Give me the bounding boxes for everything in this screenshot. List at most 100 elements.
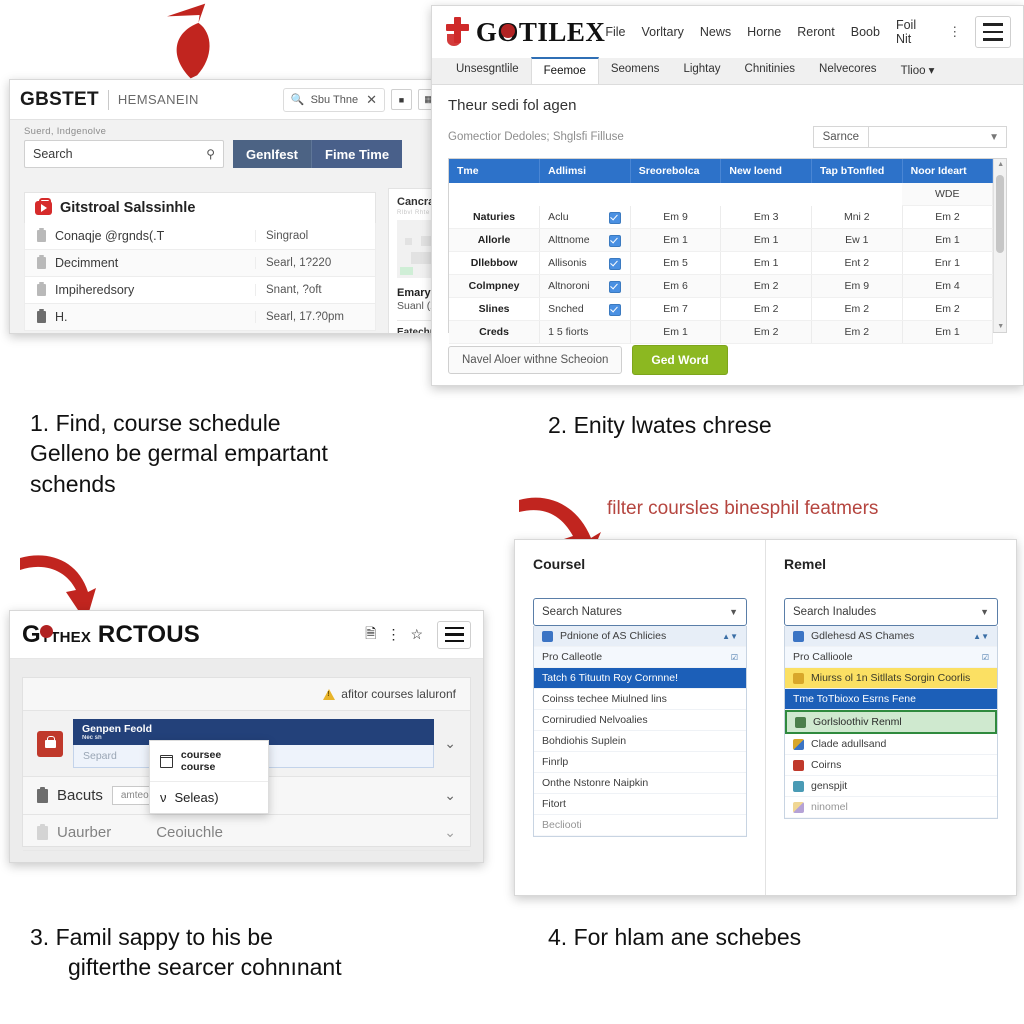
nav-item-horne[interactable]: Horne xyxy=(747,25,781,39)
list-item[interactable]: Fitort xyxy=(534,794,746,815)
table-row[interactable]: Dllebbow Allisonis Em 5 Em 1 Ent 2 Enr 1 xyxy=(449,251,994,275)
col-adlimsi[interactable]: Adlimsi xyxy=(539,159,631,183)
cell: Em 3 xyxy=(720,205,812,229)
list-item[interactable]: Finrlp xyxy=(534,752,746,773)
nav-item-vorltary[interactable]: Vorltary xyxy=(642,25,684,39)
overflow-menu-icon[interactable]: ⋮ xyxy=(948,24,961,40)
grid-icon-button[interactable]: ■ xyxy=(391,89,412,110)
list-item[interactable]: Tme ToTbioxo Esrns Fene xyxy=(785,689,997,710)
checkbox-icon[interactable]: ☑ xyxy=(982,653,989,662)
form-row[interactable]: Uaurber Ceoiuchle ⌄ xyxy=(23,815,470,851)
list-item[interactable]: Bohdiohis Suplein xyxy=(534,731,746,752)
tab-genlfest[interactable]: Genlfest xyxy=(233,140,313,168)
table-row[interactable]: Colmpney Altnoroni Em 6 Em 2 Em 9 Em 4 xyxy=(449,274,994,298)
checkbox[interactable] xyxy=(608,304,621,316)
list-item[interactable]: genspjit xyxy=(785,776,997,797)
checkbox[interactable] xyxy=(608,281,621,293)
spinner-icon[interactable]: ▲▼ xyxy=(722,632,738,641)
tab-fime-time[interactable]: Fime Time xyxy=(312,140,403,168)
panel-step4-window: Coursel Search Natures ▼ Pdnione of AS C… xyxy=(514,539,1017,896)
list-item-meta: Searl, 17.?0pm xyxy=(255,311,375,323)
list-item[interactable]: Miurss ol 1n Sitllats Sorgin Coorlis xyxy=(785,668,997,689)
table-row[interactable]: Allorle Alttnome Em 1 Em 1 Ew 1 Em 1 xyxy=(449,228,994,252)
nav-item-reront[interactable]: Reront xyxy=(797,25,835,39)
checkbox[interactable] xyxy=(608,211,621,224)
primary-button[interactable]: Ged Word xyxy=(632,345,728,375)
col-sreorebolca[interactable]: Sreorebolca xyxy=(630,159,722,183)
tab-lightay[interactable]: Lightay xyxy=(671,57,732,84)
checkbox-icon[interactable]: ☑ xyxy=(731,653,738,662)
table-scrollbar[interactable]: ▲ ▼ xyxy=(993,159,1006,332)
tab-seomens[interactable]: Seomens xyxy=(599,57,672,84)
chevron-down-icon[interactable]: ⌄ xyxy=(444,787,456,804)
menu-icon-button[interactable] xyxy=(975,16,1011,48)
spinner-icon[interactable]: ▲▼ xyxy=(973,632,989,641)
tab-feemoe[interactable]: Feemoe xyxy=(530,57,599,84)
list-item[interactable]: Coirns xyxy=(785,755,997,776)
list-item[interactable]: Onthe Nstonre Naipkin xyxy=(534,773,746,794)
document-icon xyxy=(37,228,46,242)
list-item[interactable]: Gorlsloothiv Renml xyxy=(785,710,997,734)
nav-item-boob[interactable]: Boob xyxy=(851,25,880,39)
list-item[interactable]: ninomel xyxy=(785,797,997,818)
more-vertical-icon[interactable]: ⋮ xyxy=(386,626,400,643)
scroll-down-icon[interactable]: ▼ xyxy=(997,323,1004,330)
column-title: Remel xyxy=(784,556,827,572)
cell: Creds xyxy=(449,320,541,344)
checkbox[interactable] xyxy=(608,258,621,270)
select-prefix-button[interactable]: Sarnce xyxy=(812,126,868,148)
chevron-down-icon[interactable]: ⌄ xyxy=(444,824,456,841)
close-icon[interactable]: ✕ xyxy=(366,92,377,108)
nav-item-foil-nit[interactable]: Foil Nit xyxy=(896,18,932,46)
list-item[interactable]: Clade adullsand xyxy=(785,734,997,755)
list-item[interactable]: Tatch 6 Tituutn Roy Cornnne! xyxy=(534,668,746,689)
tab-tlioo[interactable]: Tlioo ▾ xyxy=(889,57,947,84)
list-item[interactable]: Impiheredsory Snant, ?oft xyxy=(24,277,376,304)
search-input[interactable]: Search ⚲ xyxy=(24,140,224,168)
list-item[interactable]: Pdnione of AS Chlicies ▲▼ xyxy=(534,626,746,647)
checkbox[interactable] xyxy=(608,235,621,247)
menu-item-seleas[interactable]: ν Seleas) xyxy=(150,781,268,813)
blue-square-icon xyxy=(542,630,553,642)
search-chip[interactable]: 🔍 Sbu Thne ✕ xyxy=(282,87,385,112)
search-select[interactable]: Search Inaludes ▼ xyxy=(784,598,998,626)
menu-item-coursee-course[interactable]: coursee course xyxy=(150,741,268,781)
list-item[interactable]: Conaqje @rgnds(.T Singraol xyxy=(24,223,376,250)
table-row[interactable]: Creds 1 5 fiorts Em 1 Em 2 Em 2 Em 1 xyxy=(449,320,994,344)
col-noor-ideart[interactable]: Noor Ideart xyxy=(902,159,994,183)
cell: Ent 2 xyxy=(811,251,903,275)
tab-nelvecores[interactable]: Nelvecores xyxy=(807,57,889,84)
brand-rest: RCTOUS xyxy=(97,620,201,648)
col-tap-btonfled[interactable]: Tap bTonfled xyxy=(811,159,903,183)
table-subheader-row: WDE xyxy=(449,183,994,206)
filter-select[interactable]: ▼ xyxy=(868,126,1007,148)
list-item[interactable]: Pro Callioole ☑ xyxy=(785,647,997,668)
star-icon[interactable]: ☆ xyxy=(410,626,423,643)
search-select[interactable]: Search Natures ▼ xyxy=(533,598,747,626)
nav-item-file[interactable]: File xyxy=(605,25,625,39)
list-item[interactable]: Decimment Searl, 1?220 xyxy=(24,250,376,277)
caption-number: 4. xyxy=(548,924,568,950)
reader-view-icon[interactable]: 🗎 xyxy=(365,623,376,647)
list-item[interactable]: Coinss techee Miulned lins xyxy=(534,689,746,710)
col-tme[interactable]: Tme xyxy=(449,159,541,183)
list-item[interactable]: H. Searl, 17.?0pm xyxy=(24,304,376,331)
tab-chnitinies[interactable]: Chnitinies xyxy=(733,57,808,84)
panel3-brand: GTTHEX RCTOUS xyxy=(22,621,200,649)
list-item[interactable]: Gdlehesd AS Chames ▲▼ xyxy=(785,626,997,647)
table-row[interactable]: Naturies Aclu Em 9 Em 3 Mni 2 Em 2 xyxy=(449,205,994,229)
tab-unsesgntlile[interactable]: Unsesgntlile xyxy=(444,57,531,84)
secondary-button[interactable]: Navel Aloer withne Scheoion xyxy=(448,346,623,374)
table-row[interactable]: Slines Snched Em 7 Em 2 Em 2 Em 2 xyxy=(449,297,994,321)
list-item[interactable]: Cornirudied Nelvoalies xyxy=(534,710,746,731)
cell: Allisonis xyxy=(539,251,631,275)
nav-item-news[interactable]: News xyxy=(700,25,731,39)
col-new-loend[interactable]: New loend xyxy=(720,159,812,183)
scrollbar-thumb[interactable] xyxy=(996,175,1005,253)
chevron-down-icon[interactable]: ⌄ xyxy=(444,735,456,752)
cell: Em 1 xyxy=(720,251,812,275)
scroll-up-icon[interactable]: ▲ xyxy=(997,161,1004,168)
list-item[interactable]: Pro Calleotle ☑ xyxy=(534,647,746,668)
menu-icon-button[interactable] xyxy=(437,620,471,649)
list-item[interactable]: Becliooti xyxy=(534,815,746,836)
